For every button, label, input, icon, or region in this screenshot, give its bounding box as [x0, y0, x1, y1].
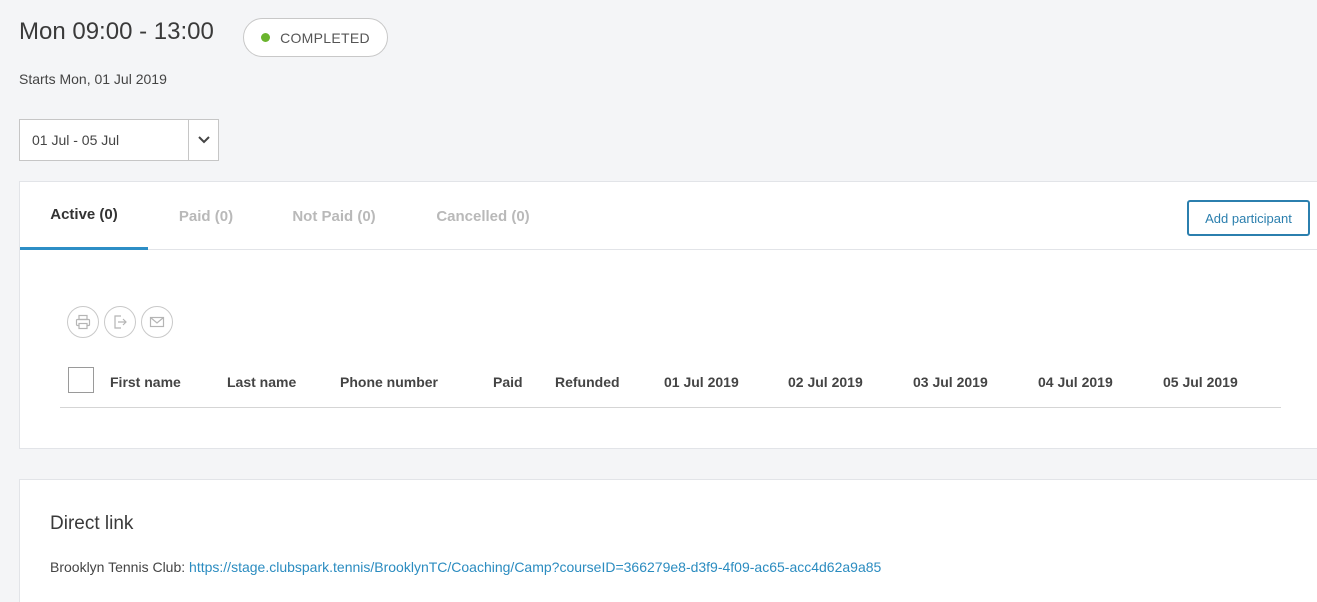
column-header-date-2: 02 Jul 2019: [788, 374, 863, 390]
column-header-phone-number[interactable]: Phone number: [340, 374, 438, 390]
tab-cancelled[interactable]: Cancelled (0): [426, 182, 540, 250]
column-header-date-4: 04 Jul 2019: [1038, 374, 1113, 390]
column-header-date-1: 01 Jul 2019: [664, 374, 739, 390]
direct-link-title: Direct link: [50, 513, 134, 534]
status-badge: COMPLETED: [243, 18, 388, 57]
add-participant-button[interactable]: Add participant: [1187, 200, 1310, 236]
column-header-first-name[interactable]: First name: [110, 374, 181, 390]
column-header-paid[interactable]: Paid: [493, 374, 523, 390]
table-divider: [60, 407, 1281, 408]
column-header-refunded[interactable]: Refunded: [555, 374, 620, 390]
week-range-select[interactable]: 01 Jul - 05 Jul: [19, 119, 219, 161]
club-name-label: Brooklyn Tennis Club:: [50, 559, 186, 575]
tab-active[interactable]: Active (0): [20, 182, 148, 250]
export-icon[interactable]: [104, 306, 136, 338]
column-header-date-3: 03 Jul 2019: [913, 374, 988, 390]
tab-not-paid[interactable]: Not Paid (0): [282, 182, 386, 250]
status-label: COMPLETED: [280, 29, 370, 46]
chevron-down-icon[interactable]: [188, 120, 218, 160]
tab-paid[interactable]: Paid (0): [168, 182, 244, 250]
direct-link-row: Brooklyn Tennis Club: https://stage.club…: [50, 559, 881, 575]
direct-link-panel: Direct link Brooklyn Tennis Club: https:…: [19, 479, 1317, 602]
participants-panel: Active (0) Paid (0) Not Paid (0) Cancell…: [19, 181, 1317, 449]
participant-tabs: Active (0) Paid (0) Not Paid (0) Cancell…: [20, 182, 1317, 250]
email-icon[interactable]: [141, 306, 173, 338]
select-all-checkbox[interactable]: [68, 367, 94, 393]
week-range-value: 01 Jul - 05 Jul: [32, 132, 120, 148]
direct-link-url[interactable]: https://stage.clubspark.tennis/BrooklynT…: [189, 559, 881, 575]
column-header-last-name[interactable]: Last name: [227, 374, 296, 390]
status-dot-icon: [261, 33, 271, 42]
column-header-date-5: 05 Jul 2019: [1163, 374, 1238, 390]
page-title: Mon 09:00 - 13:00: [19, 18, 214, 45]
start-date-text: Starts Mon, 01 Jul 2019: [19, 71, 167, 87]
print-icon[interactable]: [67, 306, 99, 338]
